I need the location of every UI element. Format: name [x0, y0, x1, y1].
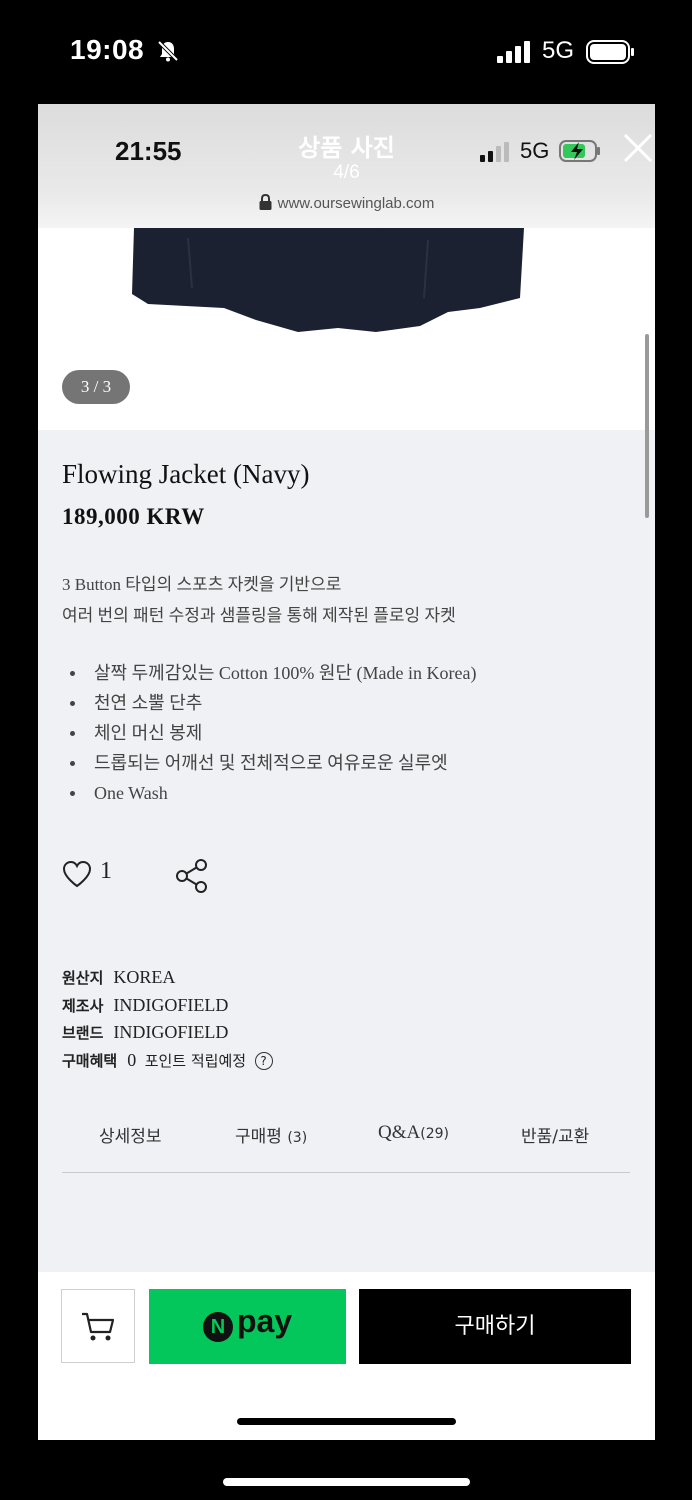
benefit-points: 0 [127, 1050, 137, 1070]
home-indicator [237, 1418, 456, 1425]
url-bar: www.oursewinglab.com [38, 194, 655, 212]
origin-label: 원산지 [62, 969, 104, 987]
tab-label: 상세정보 [99, 1127, 162, 1147]
feature-item: 체인 머신 봉제 [68, 718, 477, 748]
share-icon[interactable] [174, 858, 210, 894]
npay-button[interactable]: N pay [149, 1289, 346, 1364]
product-name: Flowing Jacket (Navy) [62, 459, 310, 489]
description-line: 여러 번의 패턴 수정과 샘플링을 통해 제작된 플로잉 자켓 [62, 606, 456, 625]
signal-icon [497, 41, 530, 63]
brand-label: 브랜드 [62, 1024, 104, 1042]
home-indicator [223, 1478, 470, 1486]
url-text: www.oursewinglab.com [277, 195, 435, 212]
brand-row: 브랜드 INDIGOFIELD [62, 1019, 228, 1046]
origin-row: 원산지 KOREA [62, 964, 175, 991]
tab-label: Q&A [378, 1122, 421, 1143]
npay-logo-n: N [203, 1312, 233, 1342]
maker-value: INDIGOFIELD [113, 995, 229, 1015]
origin-value: KOREA [113, 967, 176, 987]
feature-item: 살짝 두께감있는 Cotton 100% 원단 (Made in Korea) [68, 658, 477, 688]
viewer-counter: 4/6 [333, 162, 360, 183]
tab-details[interactable]: 상세정보 [99, 1122, 162, 1147]
scrollbar[interactable] [645, 334, 649, 518]
maker-row: 제조사 INDIGOFIELD [62, 992, 228, 1019]
heart-icon[interactable] [62, 860, 92, 888]
lock-icon [259, 194, 272, 210]
benefit-label: 구매혜택 [62, 1052, 118, 1070]
tab-qna[interactable]: Q&A(29) [378, 1122, 449, 1144]
battery-icon [586, 40, 634, 64]
benefit-text: 포인트 적립예정 [144, 1052, 247, 1070]
inner-network-label: 5G [520, 138, 550, 163]
tab-count: (3) [287, 1130, 308, 1146]
cart-icon [82, 1312, 115, 1341]
status-time: 19:08 [70, 34, 145, 65]
feature-item: 천연 소뿔 단추 [68, 688, 477, 718]
network-label: 5G [542, 37, 575, 64]
tab-label: 반품/교환 [521, 1127, 590, 1147]
brand-value: INDIGOFIELD [113, 1022, 229, 1042]
maker-label: 제조사 [62, 997, 104, 1015]
gallery-pager: 3 / 3 [62, 370, 130, 404]
benefit-row: 구매혜택 0 포인트 적립예정 ? [62, 1047, 273, 1074]
tab-count: (29) [420, 1126, 449, 1142]
tab-reviews[interactable]: 구매평 (3) [235, 1122, 307, 1147]
battery-charging-icon [559, 140, 600, 162]
feature-item: One Wash [68, 778, 477, 808]
detail-tabs: 상세정보 구매평 (3) Q&A(29) 반품/교환 [62, 1116, 630, 1173]
help-icon[interactable]: ? [254, 1052, 273, 1070]
feature-item: 드롭되는 어깨선 및 전체적으로 여유로운 실루엣 [68, 748, 477, 778]
photo-viewer-header: 21:55 상품 사진 4/6 5G www.oursewinglab.com [38, 104, 655, 228]
jacket-photo [132, 228, 524, 332]
signal-icon [480, 142, 509, 162]
outer-status-bar: 19:08 5G [0, 0, 692, 104]
npay-label: pay [237, 1303, 293, 1339]
feature-list: 살짝 두께감있는 Cotton 100% 원단 (Made in Korea) … [68, 658, 477, 808]
buy-button[interactable]: 구매하기 [359, 1289, 631, 1364]
close-icon[interactable] [622, 132, 654, 164]
like-count: 1 [100, 858, 112, 884]
tab-returns[interactable]: 반품/교환 [521, 1122, 589, 1147]
description-line: 3 Button 타입의 스포츠 자켓을 기반으로 [62, 575, 342, 594]
cart-button[interactable] [61, 1289, 135, 1363]
tab-label: 구매평 [235, 1127, 282, 1147]
product-page: 3 / 3 21:55 상품 사진 4/6 5G www.oursewingla… [38, 104, 655, 1440]
bell-slash-icon [157, 40, 179, 62]
purchase-bar: N pay 구매하기 [38, 1272, 655, 1440]
product-price: 189,000 KRW [62, 504, 205, 529]
